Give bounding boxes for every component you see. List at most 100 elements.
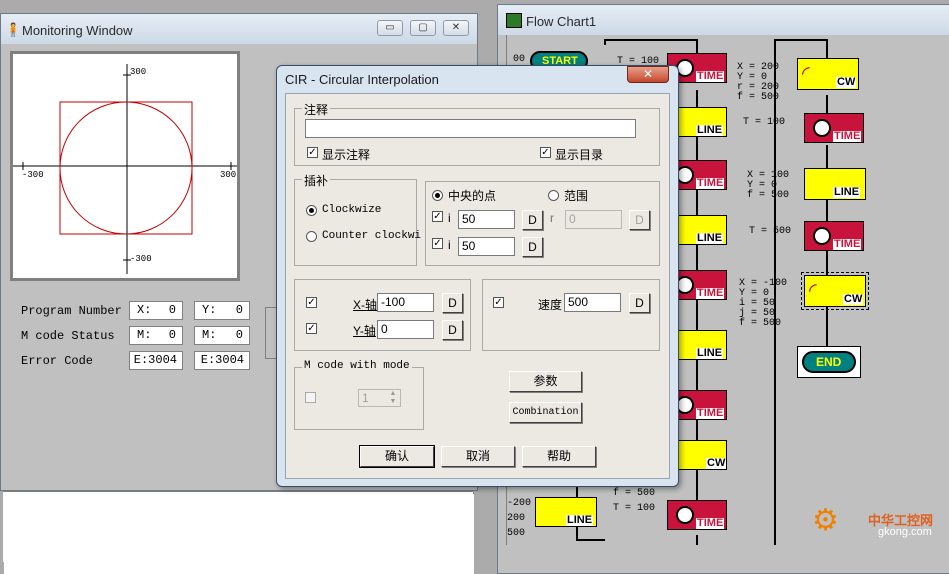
bounding-box bbox=[59, 101, 193, 235]
x-left-label: -300 bbox=[22, 170, 44, 180]
cancel-button[interactable]: 取消 bbox=[441, 446, 515, 467]
clockwise-label: Clockwize bbox=[322, 204, 382, 216]
speed-d-button[interactable]: D bbox=[629, 293, 650, 313]
i-label: i bbox=[448, 211, 451, 225]
center-range-group: 中央的点 范围 ✓ i 50 D r 0 D ✓ i 50 D bbox=[425, 181, 660, 266]
y-d-button[interactable]: D bbox=[442, 320, 463, 340]
r-d-button[interactable]: D bbox=[629, 210, 650, 230]
speed-group: ✓ 速度 500 D bbox=[482, 279, 660, 351]
left-partial-3: 500 bbox=[507, 528, 526, 539]
mcode-status-label: M code Status bbox=[21, 329, 115, 343]
x-axis-label: X-轴 bbox=[353, 298, 378, 312]
time-block-7[interactable]: TIME bbox=[804, 221, 864, 251]
t2-text: T = 100 bbox=[743, 117, 786, 128]
program-number-label: Program Number bbox=[21, 304, 122, 318]
maximize-button[interactable]: ▢ bbox=[410, 20, 436, 36]
cw-block-2[interactable]: ◜ CW bbox=[797, 58, 859, 90]
circle-path bbox=[59, 101, 193, 235]
mcode-group-label: M code with mode bbox=[302, 360, 412, 372]
show-catalog-label: 显示目录 bbox=[555, 148, 604, 162]
cw1-text: X = 200 Y = 0 r = 200 f = 500 bbox=[737, 62, 780, 103]
cir-dialog: CIR - Circular Interpolation ✕ 注释 ✓ 显示注释… bbox=[276, 65, 679, 487]
j-d-button[interactable]: D bbox=[522, 237, 543, 257]
help-button[interactable]: 帮助 bbox=[522, 446, 596, 467]
range-label: 范围 bbox=[564, 189, 589, 203]
params-button[interactable]: 参数 bbox=[509, 371, 582, 392]
r-input[interactable]: 0 bbox=[565, 210, 622, 229]
y-axis-input[interactable]: 0 bbox=[377, 320, 434, 339]
watermark: ⚙ 中华工控网 gkong.com bbox=[812, 506, 942, 550]
watermark-url: gkong.com bbox=[878, 526, 932, 538]
cw2-text: X = -100 Y = 0 i = 50 j = 50 f = 500 bbox=[739, 278, 788, 329]
trajectory-plot: 300 -300 -300 300 bbox=[10, 51, 240, 281]
bottom-t-text: T = 100 bbox=[613, 503, 656, 514]
mcode-b-value: M: 0 bbox=[194, 326, 250, 345]
flowchart-title: Flow Chart1 bbox=[526, 14, 597, 29]
time-block-5[interactable]: TIME bbox=[667, 500, 727, 530]
program-x-value: X: 0 bbox=[129, 301, 183, 320]
x-axis-checkbox[interactable]: ✓ bbox=[306, 297, 317, 308]
i-d-button[interactable]: D bbox=[522, 210, 543, 230]
clockwise-radio[interactable] bbox=[306, 205, 317, 216]
error-code-label: Error Code bbox=[21, 354, 94, 368]
speed-input[interactable]: 500 bbox=[564, 293, 621, 312]
comment-group-label: 注释 bbox=[302, 101, 331, 118]
left-partial-0: 00 bbox=[513, 54, 526, 65]
j-label: i bbox=[448, 238, 451, 252]
dialog-body: 注释 ✓ 显示注释 ✓ 显示目录 插补 Clockwize Counter cl… bbox=[285, 93, 670, 479]
j-input[interactable]: 50 bbox=[458, 237, 515, 256]
close-button[interactable]: ✕ bbox=[443, 20, 469, 36]
xy-group: ✓ X-轴 -100 D ✓ Y-轴 0 D bbox=[294, 279, 471, 351]
line-block-4[interactable]: LINE bbox=[535, 497, 597, 527]
monitoring-lower-pane bbox=[3, 491, 473, 562]
center-point-radio[interactable] bbox=[432, 190, 443, 201]
mcode-group: M code with mode 1 ▲ ▼ bbox=[294, 360, 424, 430]
i-checkbox[interactable]: ✓ bbox=[432, 211, 443, 222]
show-catalog-checkbox[interactable]: ✓ bbox=[540, 147, 551, 158]
spinner-arrows-icon[interactable]: ▲ ▼ bbox=[386, 390, 400, 406]
combination-button[interactable]: Combination bbox=[509, 402, 582, 423]
cw-block-3[interactable]: ◜ CW bbox=[801, 272, 869, 310]
i-input[interactable]: 50 bbox=[458, 210, 515, 229]
comment-input[interactable] bbox=[305, 119, 636, 138]
flowchart-titlebar[interactable]: Flow Chart1 bbox=[498, 5, 949, 35]
mcode-a-value: M: 0 bbox=[129, 326, 183, 345]
dialog-close-button[interactable]: ✕ bbox=[627, 66, 669, 83]
app-icon: 🧍 bbox=[5, 22, 22, 37]
mcode-checkbox[interactable] bbox=[305, 392, 316, 403]
comment-group: 注释 ✓ 显示注释 ✓ 显示目录 bbox=[294, 101, 660, 166]
trajectory-svg bbox=[13, 64, 237, 274]
range-radio[interactable] bbox=[548, 190, 559, 201]
dialog-title: CIR - Circular Interpolation bbox=[285, 72, 439, 87]
interpolation-group: 插补 Clockwize Counter clockwi bbox=[294, 172, 421, 266]
y-axis-label: Y-轴 bbox=[353, 324, 376, 338]
close-icon: ✕ bbox=[642, 67, 654, 81]
speed-label: 速度 bbox=[538, 298, 563, 312]
ok-button[interactable]: 确认 bbox=[359, 445, 435, 468]
monitoring-titlebar[interactable]: 🧍 Monitoring Window ▭ ▢ ✕ bbox=[1, 14, 477, 44]
t3-text: T = 500 bbox=[749, 226, 792, 237]
gear-icon: ⚙ bbox=[812, 504, 839, 537]
minimize-button[interactable]: ▭ bbox=[377, 20, 403, 36]
speed-checkbox[interactable]: ✓ bbox=[493, 297, 504, 308]
left-partial-1: -200 bbox=[507, 498, 532, 509]
bottom-f-text: f = 500 bbox=[613, 488, 656, 499]
y-bottom-label: -300 bbox=[130, 254, 152, 264]
interpolation-group-label: 插补 bbox=[302, 172, 331, 189]
end-block[interactable]: END bbox=[797, 346, 861, 378]
error-code-a-value: E:3004 bbox=[129, 351, 183, 370]
line1-text: X = 100 Y = 0 f = 500 bbox=[747, 170, 790, 201]
time-block-6[interactable]: TIME bbox=[804, 113, 864, 143]
show-comment-checkbox[interactable]: ✓ bbox=[307, 147, 318, 158]
j-checkbox[interactable]: ✓ bbox=[432, 238, 443, 249]
program-y-value: Y: 0 bbox=[194, 301, 250, 320]
line-block-5[interactable]: LINE bbox=[804, 168, 866, 200]
counter-clockwise-label: Counter clockwi bbox=[322, 230, 422, 242]
counter-clockwise-radio[interactable] bbox=[306, 231, 317, 242]
y-top-label: 300 bbox=[130, 67, 147, 77]
x-axis-input[interactable]: -100 bbox=[377, 293, 434, 312]
x-d-button[interactable]: D bbox=[442, 293, 463, 313]
monitoring-title: Monitoring Window bbox=[22, 23, 133, 38]
y-axis-checkbox[interactable]: ✓ bbox=[306, 323, 317, 334]
error-code-b-value: E:3004 bbox=[194, 351, 250, 370]
